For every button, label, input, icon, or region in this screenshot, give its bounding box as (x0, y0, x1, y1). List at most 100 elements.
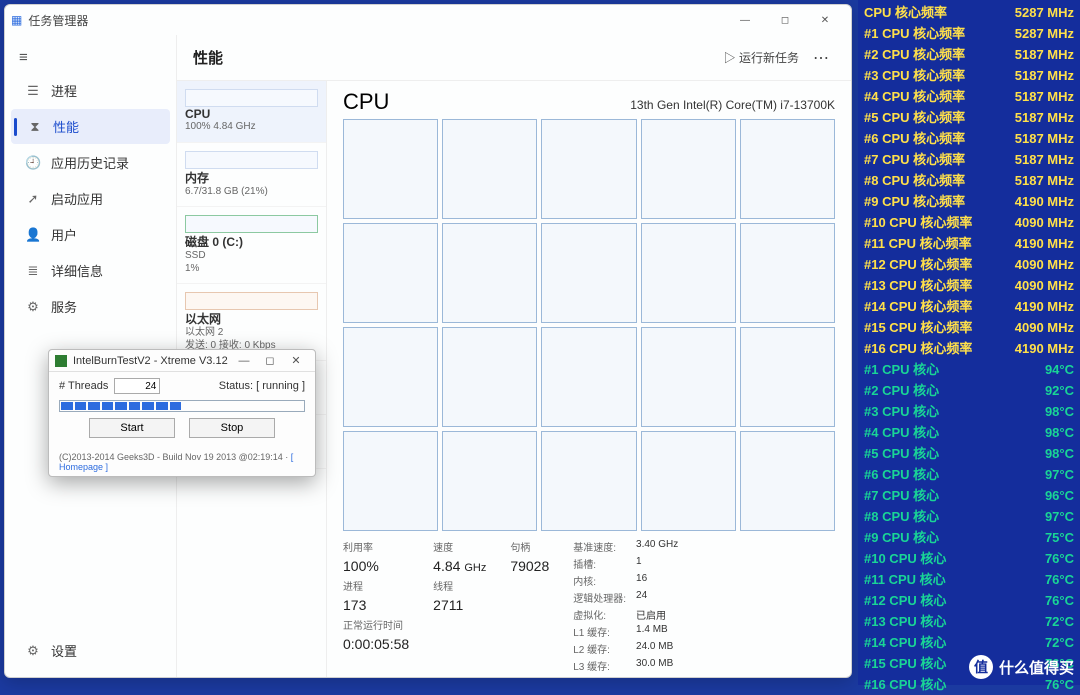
app-icon: ▦ (11, 13, 22, 27)
hw-freq-row: #16 CPU 核心频率4190 MHz (864, 338, 1074, 359)
cpu-stats: 利用率 100% 进程 173 正常运行时间 0:00:05:58 速度 4.8… (343, 531, 835, 673)
hw-freq-row: #6 CPU 核心频率5187 MHz (864, 128, 1074, 149)
close-button[interactable]: ✕ (805, 6, 845, 34)
hw-freq-row: #14 CPU 核心频率4190 MHz (864, 296, 1074, 317)
cpu-heading: CPU (343, 89, 389, 115)
more-button[interactable]: ⋯ (807, 48, 835, 68)
cpu-processes: 173 (343, 597, 409, 613)
nav-startup[interactable]: ➚启动应用 (11, 181, 170, 216)
stop-button[interactable]: Stop (189, 418, 275, 438)
resource-disk[interactable]: 磁盘 0 (C:) SSD 1% (177, 207, 326, 284)
nav-details[interactable]: ≣详细信息 (11, 253, 170, 288)
info-val: 1 (636, 556, 678, 571)
hw-temp-row: #10 CPU 核心76°C (864, 548, 1074, 569)
intelburn-title: IntelBurnTestV2 - Xtreme V3.12 (73, 355, 228, 367)
hw-temp-row: #5 CPU 核心98°C (864, 443, 1074, 464)
hw-temp-row: #13 CPU 核心72°C (864, 611, 1074, 632)
details-icon: ≣ (25, 263, 41, 279)
hw-temp-row: #12 CPU 核心76°C (864, 590, 1074, 611)
core-cell (641, 223, 736, 323)
hw-freq-row: #5 CPU 核心频率5187 MHz (864, 107, 1074, 128)
ib-minimize[interactable]: — (231, 355, 257, 367)
core-cell (442, 223, 537, 323)
hw-temp-row: #11 CPU 核心76°C (864, 569, 1074, 590)
hw-temp-row: #7 CPU 核心96°C (864, 485, 1074, 506)
titlebar[interactable]: ▦ 任务管理器 — ◻ ✕ (5, 5, 851, 35)
hw-freq-row: #11 CPU 核心频率4190 MHz (864, 233, 1074, 254)
core-cell (541, 327, 636, 427)
info-key: L1 缓存: (573, 624, 626, 639)
hw-temp-row: #8 CPU 核心97°C (864, 506, 1074, 527)
ib-close[interactable]: ✕ (283, 354, 309, 367)
run-new-task-button[interactable]: ▷ 运行新任务 (716, 45, 807, 70)
info-key: 基准速度: (573, 539, 626, 554)
info-val: 1.4 MB (636, 624, 678, 639)
maximize-button[interactable]: ◻ (765, 6, 805, 34)
start-button[interactable]: Start (89, 418, 175, 438)
core-cell (740, 327, 835, 427)
threads-input[interactable] (114, 378, 160, 394)
hw-temp-row: #2 CPU 核心92°C (864, 380, 1074, 401)
resource-memory[interactable]: 内存 6.7/31.8 GB (21%) (177, 143, 326, 208)
cpu-core-grid (343, 119, 835, 531)
intelburn-window[interactable]: IntelBurnTestV2 - Xtreme V3.12 — ◻ ✕ # T… (48, 349, 316, 477)
hw-freq-row: #10 CPU 核心频率4090 MHz (864, 212, 1074, 233)
hw-freq-row: #3 CPU 核心频率5187 MHz (864, 65, 1074, 86)
resource-cpu[interactable]: CPU 100% 4.84 GHz (177, 81, 326, 143)
hw-freq-row: CPU 核心频率5287 MHz (864, 2, 1074, 23)
task-manager-window: ▦ 任务管理器 — ◻ ✕ ≡ ☰进程 ⧗性能 🕘应用历史记录 ➚启动应用 👤用… (4, 4, 852, 678)
minimize-button[interactable]: — (725, 6, 765, 34)
core-cell (740, 431, 835, 531)
core-cell (442, 119, 537, 219)
info-val: 3.40 GHz (636, 539, 678, 554)
hw-freq-row: #1 CPU 核心频率5287 MHz (864, 23, 1074, 44)
cpu-threads: 2711 (433, 597, 486, 613)
history-icon: 🕘 (25, 155, 41, 171)
services-icon: ⚙ (25, 299, 41, 315)
run-icon: ▷ (724, 51, 739, 65)
nav-processes[interactable]: ☰进程 (11, 73, 170, 108)
info-key: 逻辑处理器: (573, 590, 626, 605)
hw-temp-row: #3 CPU 核心98°C (864, 401, 1074, 422)
core-cell (442, 431, 537, 531)
hw-freq-row: #8 CPU 核心频率5187 MHz (864, 170, 1074, 191)
nav-settings[interactable]: ⚙设置 (11, 633, 91, 668)
info-key: 虚拟化: (573, 607, 626, 622)
info-val: 已启用 (636, 607, 678, 622)
hw-temp-row: #6 CPU 核心97°C (864, 464, 1074, 485)
hw-temp-row: #14 CPU 核心72°C (864, 632, 1074, 653)
info-val: 30.0 MB (636, 658, 678, 673)
cpu-panel: CPU 13th Gen Intel(R) Core(TM) i7-13700K… (327, 81, 851, 677)
cpu-util: 100% (343, 558, 409, 574)
hw-freq-row: #7 CPU 核心频率5187 MHz (864, 149, 1074, 170)
info-val: 16 (636, 573, 678, 588)
nav-app-history[interactable]: 🕘应用历史记录 (11, 145, 170, 180)
hw-temp-row: #4 CPU 核心98°C (864, 422, 1074, 443)
ib-maximize[interactable]: ◻ (257, 354, 283, 367)
info-val: 24.0 MB (636, 641, 678, 656)
hw-temp-row: #1 CPU 核心94°C (864, 359, 1074, 380)
progress-bar (59, 400, 305, 412)
info-key: 内核: (573, 573, 626, 588)
cpu-model: 13th Gen Intel(R) Core(TM) i7-13700K (630, 98, 835, 112)
hw-freq-row: #2 CPU 核心频率5187 MHz (864, 44, 1074, 65)
core-cell (641, 119, 736, 219)
core-cell (541, 431, 636, 531)
hamburger-icon[interactable]: ≡ (5, 43, 176, 72)
cpu-uptime: 0:00:05:58 (343, 636, 409, 652)
intelburn-titlebar[interactable]: IntelBurnTestV2 - Xtreme V3.12 — ◻ ✕ (49, 350, 315, 372)
page-title: 性能 (193, 47, 223, 68)
hw-freq-row: #12 CPU 核心频率4090 MHz (864, 254, 1074, 275)
core-cell (740, 223, 835, 323)
core-cell (343, 431, 438, 531)
hw-freq-row: #4 CPU 核心频率5187 MHz (864, 86, 1074, 107)
core-cell (641, 431, 736, 531)
hwinfo-panel: CPU 核心频率5287 MHz#1 CPU 核心频率5287 MHz#2 CP… (858, 0, 1080, 685)
nav-services[interactable]: ⚙服务 (11, 289, 170, 324)
core-cell (740, 119, 835, 219)
nav-users[interactable]: 👤用户 (11, 217, 170, 252)
nav-performance[interactable]: ⧗性能 (11, 109, 170, 144)
core-cell (641, 327, 736, 427)
watermark: 值 什么值得买 (969, 655, 1074, 679)
hw-freq-row: #15 CPU 核心频率4090 MHz (864, 317, 1074, 338)
